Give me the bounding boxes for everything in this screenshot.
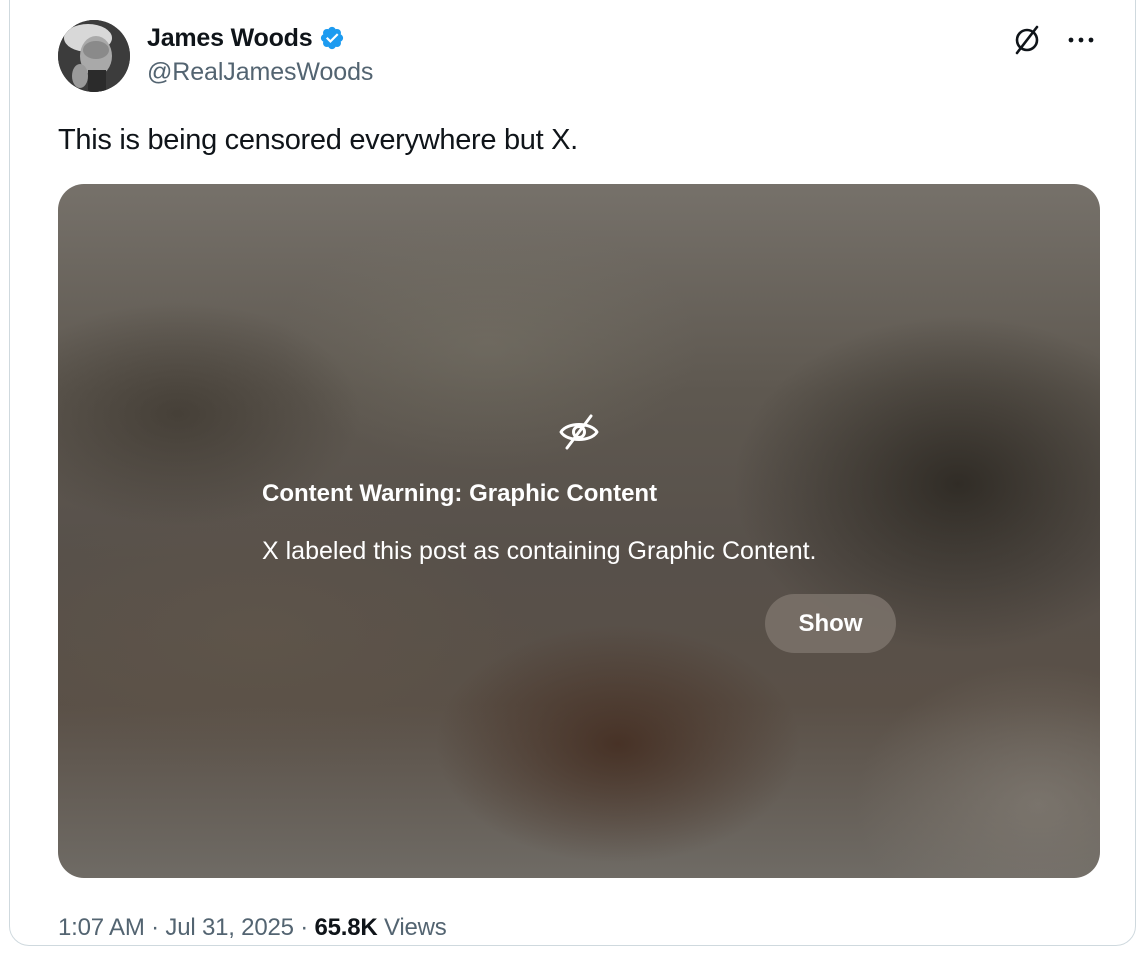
meta-separator: · <box>144 914 166 941</box>
verified-badge-icon <box>319 25 345 51</box>
views-label: Views <box>384 914 447 941</box>
sensitive-media[interactable]: Content Warning: Graphic Content X label… <box>58 184 1100 878</box>
meta-separator: · <box>293 914 315 941</box>
avatar[interactable] <box>58 20 130 92</box>
grok-icon[interactable] <box>1010 25 1044 55</box>
post-time[interactable]: 1:07 AM <box>58 914 145 941</box>
show-button[interactable]: Show <box>765 594 896 653</box>
views-count: 65.8K <box>314 914 378 941</box>
name-row: James Woods <box>147 22 373 54</box>
display-name[interactable]: James Woods <box>147 24 313 53</box>
warning-title: Content Warning: Graphic Content <box>262 480 658 507</box>
avatar-photo <box>58 20 130 92</box>
author-handle[interactable]: @RealJamesWoods <box>147 58 373 87</box>
author-block: James Woods @RealJamesWoods <box>147 22 373 87</box>
warning-description: X labeled this post as containing Graphi… <box>262 537 817 565</box>
post-meta: 1:07 AM · Jul 31, 2025 · 65.8K Views <box>58 914 447 942</box>
eye-slash-icon <box>557 410 601 454</box>
post-date[interactable]: Jul 31, 2025 <box>165 914 294 941</box>
top-actions <box>1010 25 1098 55</box>
more-horizontal-icon[interactable] <box>1064 25 1098 55</box>
post-text: This is being censored everywhere but X. <box>58 124 578 156</box>
